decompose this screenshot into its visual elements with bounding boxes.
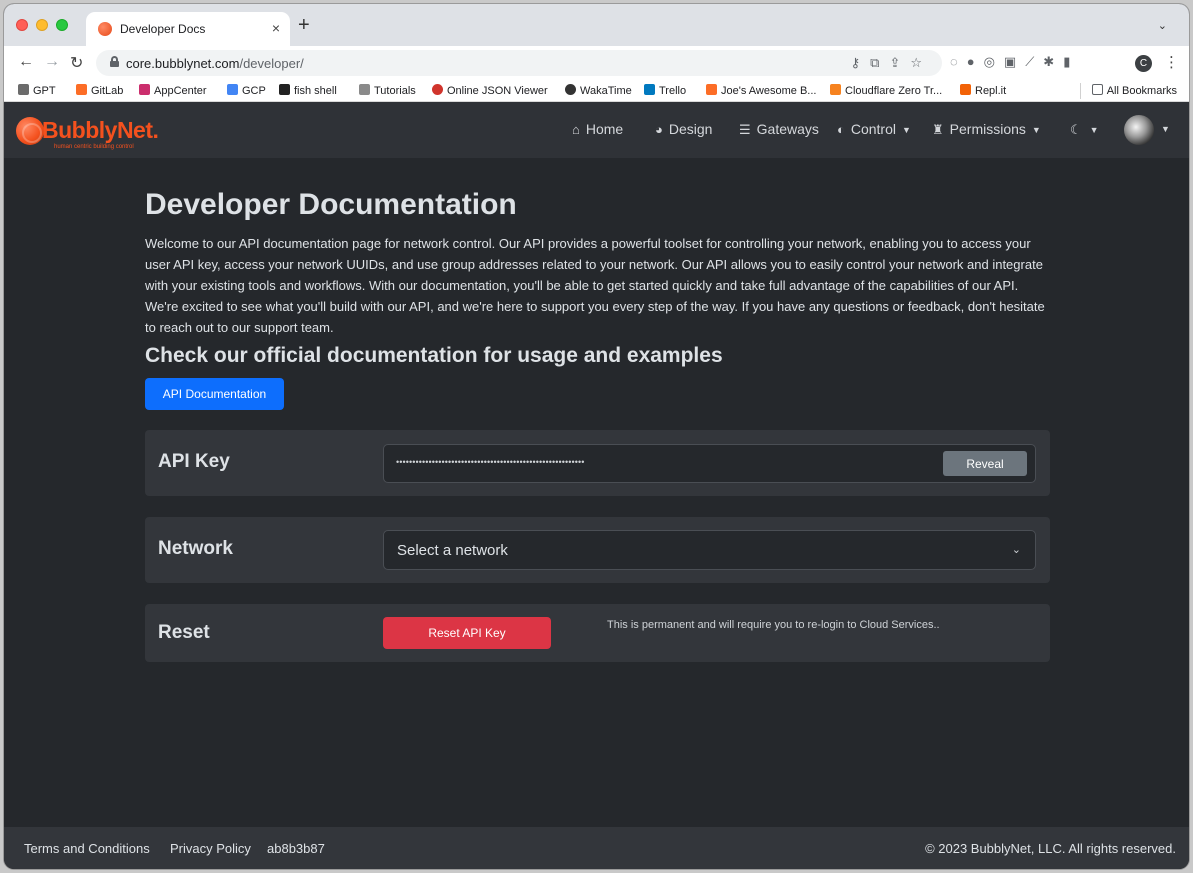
reset-label: Reset — [158, 622, 210, 643]
bookmark-wakatime[interactable]: WakaTime — [565, 84, 632, 97]
reload-icon[interactable]: ↻ — [70, 53, 83, 73]
tab-close-icon[interactable]: × — [272, 20, 280, 36]
bookmark-tutorials[interactable]: Tutorials — [359, 84, 416, 97]
privacy-link[interactable]: Privacy Policy — [170, 841, 251, 856]
folder-icon — [359, 84, 370, 95]
bookmark-gitlab[interactable]: GitLab — [76, 84, 123, 97]
bookmark-json-viewer[interactable]: Online JSON Viewer — [432, 84, 548, 97]
tab-search-chevron-icon[interactable]: ⌄ — [1158, 19, 1167, 32]
url-text: core.bubblynet.com/developer/ — [126, 56, 304, 71]
gpt-icon — [18, 84, 29, 95]
close-window-button[interactable] — [16, 19, 28, 31]
address-bar-action-icons[interactable]: ⚷⧉⇪☆ — [851, 55, 932, 71]
zoom-window-button[interactable] — [56, 19, 68, 31]
caret-down-icon: ▼ — [902, 125, 911, 135]
browser-toolbar: ← → ↻ core.bubblynet.com/developer/ ⚷⧉⇪☆… — [4, 46, 1189, 80]
google-icon — [227, 84, 238, 95]
nav-design[interactable]: ◕ Design — [655, 121, 712, 137]
nav-permissions-dropdown[interactable]: ♜ Permissions ▼ — [932, 121, 1041, 138]
extension-icons[interactable]: ◌●◎▣⟋✱▮ — [950, 54, 1079, 70]
url-host: core.bubblynet.com — [126, 56, 240, 71]
back-arrow-icon[interactable]: ← — [18, 53, 34, 71]
brand-logo[interactable]: BubblyNet. human centric building contro… — [14, 115, 174, 150]
documentation-subtitle: Check our official documentation for usa… — [145, 344, 723, 367]
cloudflare-shield-icon — [830, 84, 841, 95]
page-title: Developer Documentation — [145, 188, 517, 221]
api-key-masked-value: ••••••••••••••••••••••••••••••••••••••••… — [396, 457, 585, 467]
all-bookmarks[interactable]: All Bookmarks — [1091, 84, 1177, 97]
lock-icon — [110, 56, 119, 67]
network-select-placeholder: Select a network — [397, 542, 508, 559]
build-hash: ab8b3b87 — [267, 841, 325, 856]
bookmark-trello[interactable]: Trello — [644, 84, 686, 97]
json-viewer-icon — [432, 84, 443, 95]
new-tab-button[interactable]: + — [298, 14, 310, 37]
network-label: Network — [158, 538, 233, 559]
reveal-button[interactable]: Reveal — [943, 451, 1027, 476]
bookmarks-separator — [1080, 83, 1081, 99]
site-navbar: BubblyNet. human centric building contro… — [4, 102, 1189, 158]
url-path: /developer/ — [239, 56, 304, 71]
home-icon: ⌂ — [572, 122, 580, 137]
chevron-down-icon: ⌄ — [1011, 544, 1021, 556]
api-key-card: API Key ••••••••••••••••••••••••••••••••… — [145, 430, 1050, 496]
brand-tagline: human centric building control — [54, 144, 134, 150]
network-card: Network Select a network ⌄ — [145, 517, 1050, 583]
user-avatar[interactable] — [1124, 115, 1154, 145]
avatar-caret-down-icon[interactable]: ▼ — [1161, 124, 1170, 134]
nav-home[interactable]: ⌂ Home — [572, 121, 623, 137]
browser-window: Developer Docs × + ⌄ ← → ↻ core.bubblyne… — [4, 4, 1189, 869]
folder-icon — [1091, 84, 1103, 95]
bookmarks-bar: GPT GitLab AppCenter GCP fish shell Tuto… — [4, 80, 1189, 102]
appcenter-icon — [139, 84, 150, 95]
forward-arrow-icon[interactable]: → — [44, 53, 60, 71]
bookmark-cloudflare[interactable]: Cloudflare Zero Tr... — [830, 84, 942, 97]
bookmark-replit[interactable]: Repl.it — [960, 84, 1006, 97]
wakatime-icon — [565, 84, 576, 95]
brand-name: BubblyNet. — [42, 117, 159, 143]
gitlab-icon — [76, 84, 87, 95]
toggle-icon: ◐ — [837, 122, 845, 137]
tab-title: Developer Docs — [120, 22, 206, 36]
bookmark-fish-shell[interactable]: fish shell — [279, 84, 337, 97]
nav-gateways[interactable]: ☰ Gateways — [739, 121, 819, 138]
reset-card: Reset Reset API Key This is permanent an… — [145, 604, 1050, 662]
palette-icon: ◕ — [655, 122, 663, 137]
caret-down-icon: ▼ — [1089, 125, 1099, 135]
browser-menu-icon[interactable]: ⋮ — [1164, 53, 1179, 71]
bookmark-joes-awesome[interactable]: Joe's Awesome B... — [706, 84, 816, 97]
api-key-label: API Key — [158, 451, 230, 472]
bookmark-gpt[interactable]: GPT — [18, 84, 56, 97]
theme-toggle-dropdown[interactable]: ☾ ▼ — [1070, 121, 1099, 138]
replit-icon — [960, 84, 971, 95]
fish-shell-icon — [279, 84, 290, 95]
address-bar[interactable]: core.bubblynet.com/developer/ ⚷⧉⇪☆ — [96, 50, 942, 76]
bubblynet-logo-icon — [16, 117, 44, 145]
minimize-window-button[interactable] — [36, 19, 48, 31]
api-documentation-button[interactable]: API Documentation — [145, 378, 284, 410]
gitlab-icon — [706, 84, 717, 95]
site-footer: Terms and Conditions Privacy Policy ab8b… — [4, 827, 1189, 869]
bookmark-appcenter[interactable]: AppCenter — [139, 84, 207, 97]
reset-api-key-button[interactable]: Reset API Key — [383, 617, 551, 649]
network-select[interactable]: Select a network ⌄ — [383, 530, 1036, 570]
building-columns-icon: ♜ — [932, 122, 944, 137]
tab-strip: Developer Docs × + ⌄ — [4, 4, 1189, 46]
intro-paragraph: Welcome to our API documentation page fo… — [145, 236, 1045, 335]
caret-down-icon: ▼ — [1031, 125, 1041, 135]
tab-developer-docs[interactable]: Developer Docs × — [86, 12, 290, 46]
api-key-field[interactable]: ••••••••••••••••••••••••••••••••••••••••… — [383, 444, 1036, 483]
bubblynet-favicon-icon — [98, 22, 112, 36]
bookmark-gcp[interactable]: GCP — [227, 84, 266, 97]
profile-avatar[interactable]: C — [1135, 55, 1152, 72]
copyright-text: © 2023 BubblyNet, LLC. All rights reserv… — [925, 841, 1176, 856]
nav-control-dropdown[interactable]: ◐ Control ▼ — [837, 121, 911, 137]
terms-link[interactable]: Terms and Conditions — [24, 841, 150, 856]
trello-icon — [644, 84, 655, 95]
server-icon: ☰ — [739, 122, 751, 137]
moon-icon: ☾ — [1070, 122, 1082, 137]
reset-warning-text: This is permanent and will require you t… — [607, 619, 940, 631]
